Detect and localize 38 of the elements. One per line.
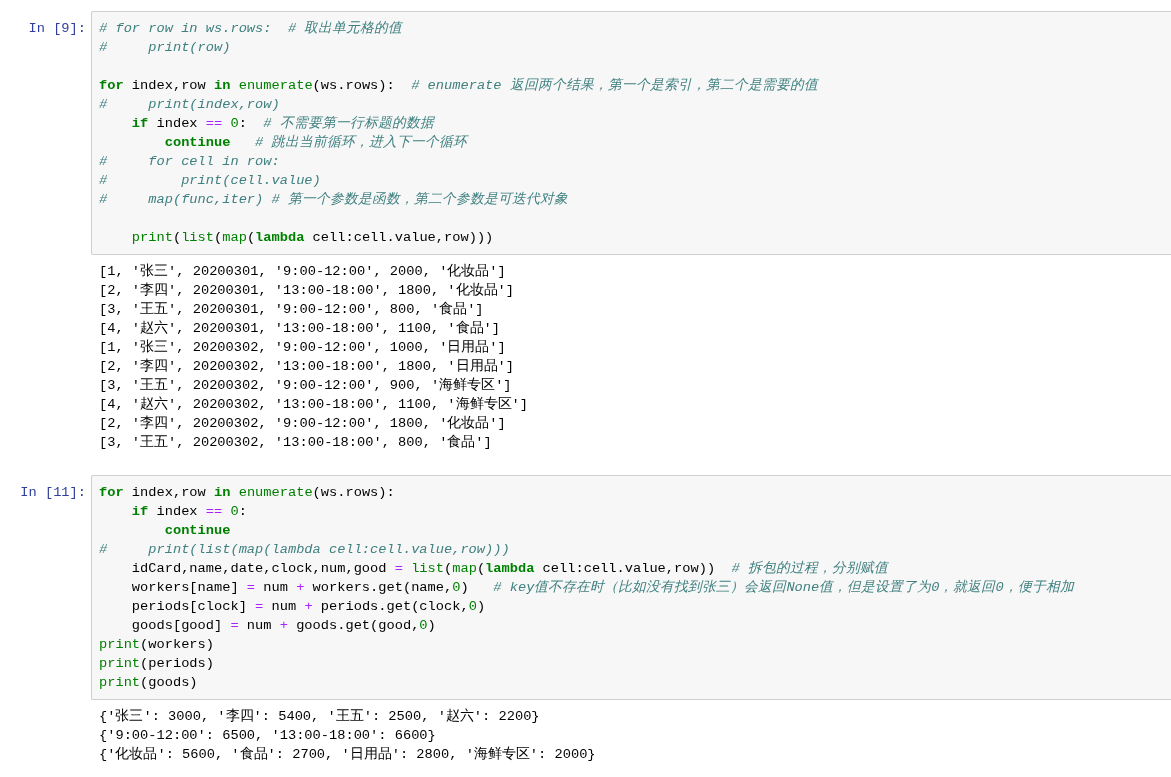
code-line: for index,row in enumerate(ws.rows): # enumerate 返回两个结果，第一个是索引，第二个是需要的值	[99, 76, 818, 95]
code-line: idCard,name,date,clock,num,good = list(map(lambda cell:cell.value,row)) # 拆包的过程，分别赋值	[130, 559, 888, 578]
output-line: [3, '王五', 20200301, '9:00-12:00', 800, '食品']	[99, 300, 484, 319]
code-line: print(list(map(lambda cell:cell.value,row)))	[130, 229, 494, 247]
code-line: goods[good] = num + goods.get(good,0)	[130, 617, 436, 635]
code-line: if index == 0: # 不需要第一行标题的数据	[130, 115, 434, 133]
code-line: for index,row in enumerate(ws.rows):	[99, 484, 395, 502]
output-line: {'化妆品': 5600, '食品': 2700, '日用品': 2800, '海鲜专区': 2000}	[99, 745, 596, 764]
output-line: [2, '李四', 20200302, '13:00-18:00', 1800, '日用品']	[99, 357, 514, 376]
code-line: print(goods)	[99, 674, 198, 692]
output-line: {'9:00-12:00': 6500, '13:00-18:00': 6600}	[99, 727, 436, 745]
code-editor[interactable]	[91, 11, 1171, 255]
output-line: [2, '李四', 20200302, '9:00-12:00', 1800, '化妆品']	[99, 414, 506, 433]
code-line: print(workers)	[99, 636, 214, 654]
input-prompt: In [9]:	[28, 20, 86, 38]
code-line: periods[clock] = num + periods.get(clock,0)	[130, 598, 486, 616]
output-line: [1, '张三', 20200302, '9:00-12:00', 1000, '日用品']	[99, 338, 506, 357]
code-line: # for row in ws.rows: # 取出单元格的值	[99, 20, 403, 38]
code-line: if index == 0:	[130, 503, 247, 521]
code-line: continue	[163, 522, 231, 540]
output-line: [1, '张三', 20200301, '9:00-12:00', 2000, '化妆品']	[99, 262, 506, 281]
code-line: # print(cell.value)	[99, 172, 321, 190]
output-line: [4, '赵六', 20200302, '13:00-18:00', 1100, '海鲜专区']	[99, 395, 528, 414]
code-line: # print(row)	[99, 39, 231, 57]
code-line: continue # 跳出当前循环，进入下一个循环	[163, 133, 468, 152]
code-line: # print(list(map(lambda cell:cell.value,row)))	[99, 541, 510, 559]
input-prompt: In [11]:	[20, 484, 86, 502]
output-line: [3, '王五', 20200302, '13:00-18:00', 800, '食品']	[99, 433, 492, 452]
code-line: # map(func,iter) # 第一个参数是函数，第二个参数是可迭代对象	[99, 190, 568, 209]
output-line: [4, '赵六', 20200301, '13:00-18:00', 1100, '食品']	[99, 319, 500, 338]
code-line: # print(index,row)	[99, 96, 280, 114]
output-line: {'张三': 3000, '李四': 5400, '王五': 2500, '赵六': 2200}	[99, 707, 540, 726]
output-line: [3, '王五', 20200302, '9:00-12:00', 900, '海鲜专区']	[99, 376, 512, 395]
code-line: print(periods)	[99, 655, 214, 673]
code-line: # for cell in row:	[99, 153, 280, 171]
output-line: [2, '李四', 20200301, '13:00-18:00', 1800, '化妆品']	[99, 281, 514, 300]
code-line: workers[name] = num + workers.get(name,0) # key值不存在时（比如没有找到张三）会返回None值，但是设置了为0，就返回0，便于相加	[130, 578, 1074, 597]
code-editor[interactable]	[91, 475, 1171, 700]
